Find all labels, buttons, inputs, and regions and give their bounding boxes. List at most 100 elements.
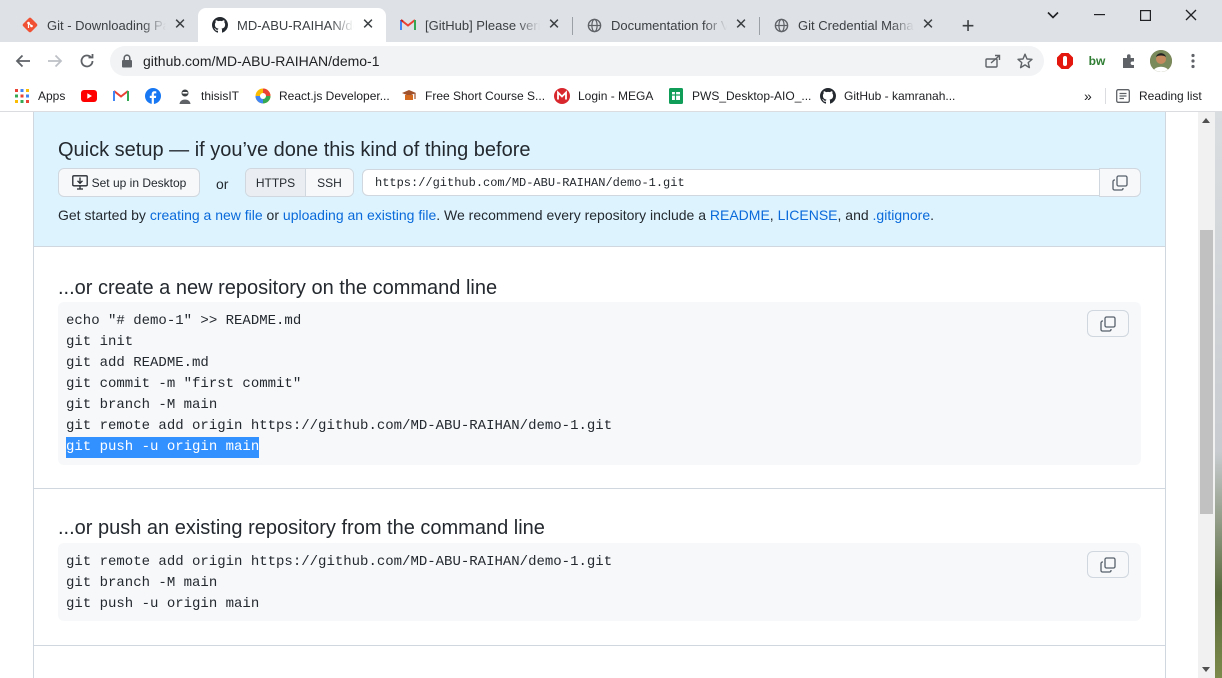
bookmark-label: thisisIT bbox=[201, 89, 240, 103]
bookmark-github-kamranah[interactable]: GitHub - kamranah... bbox=[820, 85, 955, 107]
bookmark-react-developer[interactable]: React.js Developer... bbox=[255, 85, 390, 107]
text-fragment: or bbox=[262, 207, 283, 223]
lock-icon[interactable] bbox=[121, 54, 135, 68]
mega-icon bbox=[554, 88, 570, 104]
tab-title: Documentation for Visual Studio Code bbox=[611, 17, 727, 33]
copy-icon bbox=[1100, 315, 1116, 332]
close-icon[interactable]: ✕ bbox=[733, 17, 749, 33]
text-fragment: Get started by bbox=[58, 207, 150, 223]
tab-git-credential[interactable]: Git Credential Manager ✕ bbox=[759, 8, 946, 42]
tab-demo-1[interactable]: MD-ABU-RAIHAN/demo-1 ✕ bbox=[198, 8, 386, 42]
tab-search-chevron-icon[interactable] bbox=[1030, 4, 1076, 26]
license-link[interactable]: LICENSE bbox=[778, 207, 838, 223]
push-repo-title: ...or push an existing repository from t… bbox=[58, 517, 545, 539]
code-line: git push -u origin main bbox=[66, 596, 260, 612]
code-line: echo "# demo-1" >> README.md bbox=[66, 313, 302, 329]
kebab-menu-icon[interactable] bbox=[1183, 51, 1203, 71]
tab-title: Git Credential Manager bbox=[798, 17, 914, 33]
scroll-down-icon[interactable] bbox=[1202, 667, 1210, 672]
copy-create-commands-button[interactable] bbox=[1087, 310, 1129, 337]
bookmark-label: Apps bbox=[38, 89, 66, 103]
code-line: git branch -M main bbox=[66, 575, 218, 591]
bookmark-facebook[interactable] bbox=[145, 85, 169, 107]
tab-github-verify[interactable]: [GitHub] Please verify your device ✕ bbox=[386, 8, 573, 42]
bitwarden-extension-icon[interactable]: bw bbox=[1087, 51, 1107, 71]
code-lines[interactable]: echo "# demo-1" >> README.md git init git … bbox=[66, 311, 612, 458]
url-text[interactable]: github.com/MD-ABU-RAIHAN/demo-1 bbox=[143, 53, 380, 69]
address-bar[interactable]: github.com/MD-ABU-RAIHAN/demo-1 bbox=[110, 46, 1044, 76]
protocol-toggle: HTTPS SSH bbox=[245, 168, 354, 197]
course-icon bbox=[401, 88, 417, 104]
copy-url-button[interactable] bbox=[1099, 168, 1141, 197]
github-icon bbox=[820, 88, 836, 104]
creating-new-file-link[interactable]: creating a new file bbox=[150, 207, 263, 223]
forward-icon[interactable] bbox=[41, 47, 69, 75]
new-tab-button[interactable]: + bbox=[956, 14, 980, 38]
push-repo-code-block: git remote add origin https://github.com… bbox=[58, 543, 1141, 621]
ssh-button[interactable]: SSH bbox=[306, 169, 353, 196]
close-icon[interactable]: ✕ bbox=[546, 17, 562, 33]
page-scrollbar[interactable] bbox=[1198, 112, 1215, 678]
create-repo-code-block: echo "# demo-1" >> README.md git init git … bbox=[58, 302, 1141, 465]
more-bookmarks-button[interactable]: » bbox=[1084, 85, 1092, 107]
bookmark-login-mega[interactable]: Login - MEGA bbox=[554, 85, 653, 107]
globe-icon bbox=[586, 17, 602, 33]
gmail-icon bbox=[113, 88, 129, 104]
clone-url-input[interactable]: https://github.com/MD-ABU-RAIHAN/demo-1.… bbox=[362, 169, 1099, 196]
text-fragment: , and bbox=[837, 207, 873, 223]
desktop-download-icon bbox=[71, 175, 88, 190]
bookmark-thisisit[interactable]: thisisIT bbox=[177, 85, 239, 107]
close-icon[interactable]: ✕ bbox=[172, 17, 188, 33]
gmail-icon bbox=[400, 17, 416, 33]
scroll-up-icon[interactable] bbox=[1202, 118, 1210, 123]
github-icon bbox=[212, 17, 228, 33]
react-icon bbox=[255, 88, 271, 104]
bookmarks-bar: Apps thisisIT React.js Developer... Free… bbox=[0, 80, 1222, 112]
readme-link[interactable]: README bbox=[710, 207, 770, 223]
desktop-background bbox=[1215, 112, 1222, 678]
back-icon[interactable] bbox=[9, 47, 37, 75]
gitignore-link[interactable]: .gitignore bbox=[873, 207, 931, 223]
adblock-extension-icon[interactable] bbox=[1055, 51, 1075, 71]
browser-toolbar: github.com/MD-ABU-RAIHAN/demo-1 bw bbox=[0, 42, 1222, 80]
bookmark-youtube[interactable] bbox=[81, 85, 105, 107]
copy-push-commands-button[interactable] bbox=[1087, 551, 1129, 578]
https-button[interactable]: HTTPS bbox=[246, 169, 306, 196]
reading-list-button[interactable]: Reading list bbox=[1115, 85, 1202, 107]
code-line: git branch -M main bbox=[66, 397, 218, 413]
minimize-icon[interactable] bbox=[1076, 4, 1122, 26]
bookmark-apps[interactable]: Apps bbox=[14, 85, 65, 107]
close-icon[interactable]: ✕ bbox=[920, 17, 936, 33]
window-close-icon[interactable] bbox=[1168, 4, 1214, 26]
scrollbar-thumb[interactable] bbox=[1200, 230, 1213, 514]
puzzle-extensions-icon[interactable] bbox=[1119, 51, 1139, 71]
bookmark-pws-desktop[interactable]: PWS_Desktop-AIO_... bbox=[668, 85, 811, 107]
create-repo-section: ...or create a new repository on the com… bbox=[34, 247, 1165, 489]
uploading-existing-file-link[interactable]: uploading an existing file bbox=[283, 207, 436, 223]
maximize-icon[interactable] bbox=[1122, 4, 1168, 26]
bw-label: bw bbox=[1088, 54, 1106, 68]
git-icon bbox=[22, 17, 38, 33]
code-line: git commit -m "first commit" bbox=[66, 376, 302, 392]
code-line: git add README.md bbox=[66, 355, 209, 371]
share-icon[interactable] bbox=[984, 53, 1002, 69]
reading-list-icon bbox=[1115, 88, 1131, 104]
tab-git-download[interactable]: Git - Downloading Package ✕ bbox=[8, 8, 199, 42]
bookmark-star-icon[interactable] bbox=[1016, 53, 1034, 69]
code-line-selected: git push -u origin main bbox=[66, 437, 260, 458]
bookmark-label: Login - MEGA bbox=[578, 89, 654, 103]
avatar[interactable] bbox=[1150, 50, 1172, 72]
close-icon[interactable]: ✕ bbox=[360, 17, 376, 33]
tab-vscode-docs[interactable]: Documentation for Visual Studio Code ✕ bbox=[572, 8, 760, 42]
bookmark-free-short-course[interactable]: Free Short Course S... bbox=[401, 85, 545, 107]
text-fragment: . bbox=[930, 207, 935, 223]
copy-icon bbox=[1100, 556, 1116, 573]
code-lines[interactable]: git remote add origin https://github.com… bbox=[66, 552, 612, 615]
setup-desktop-button[interactable]: Set up in Desktop bbox=[58, 168, 200, 197]
reload-icon[interactable] bbox=[73, 47, 101, 75]
tab-title: Git - Downloading Package bbox=[47, 17, 166, 33]
text-fragment: , bbox=[769, 207, 778, 223]
bookmark-gmail[interactable] bbox=[113, 85, 137, 107]
bookmarks-divider bbox=[1105, 88, 1106, 104]
repo-setup-box: Quick setup — if you’ve done this kind o… bbox=[33, 112, 1166, 678]
